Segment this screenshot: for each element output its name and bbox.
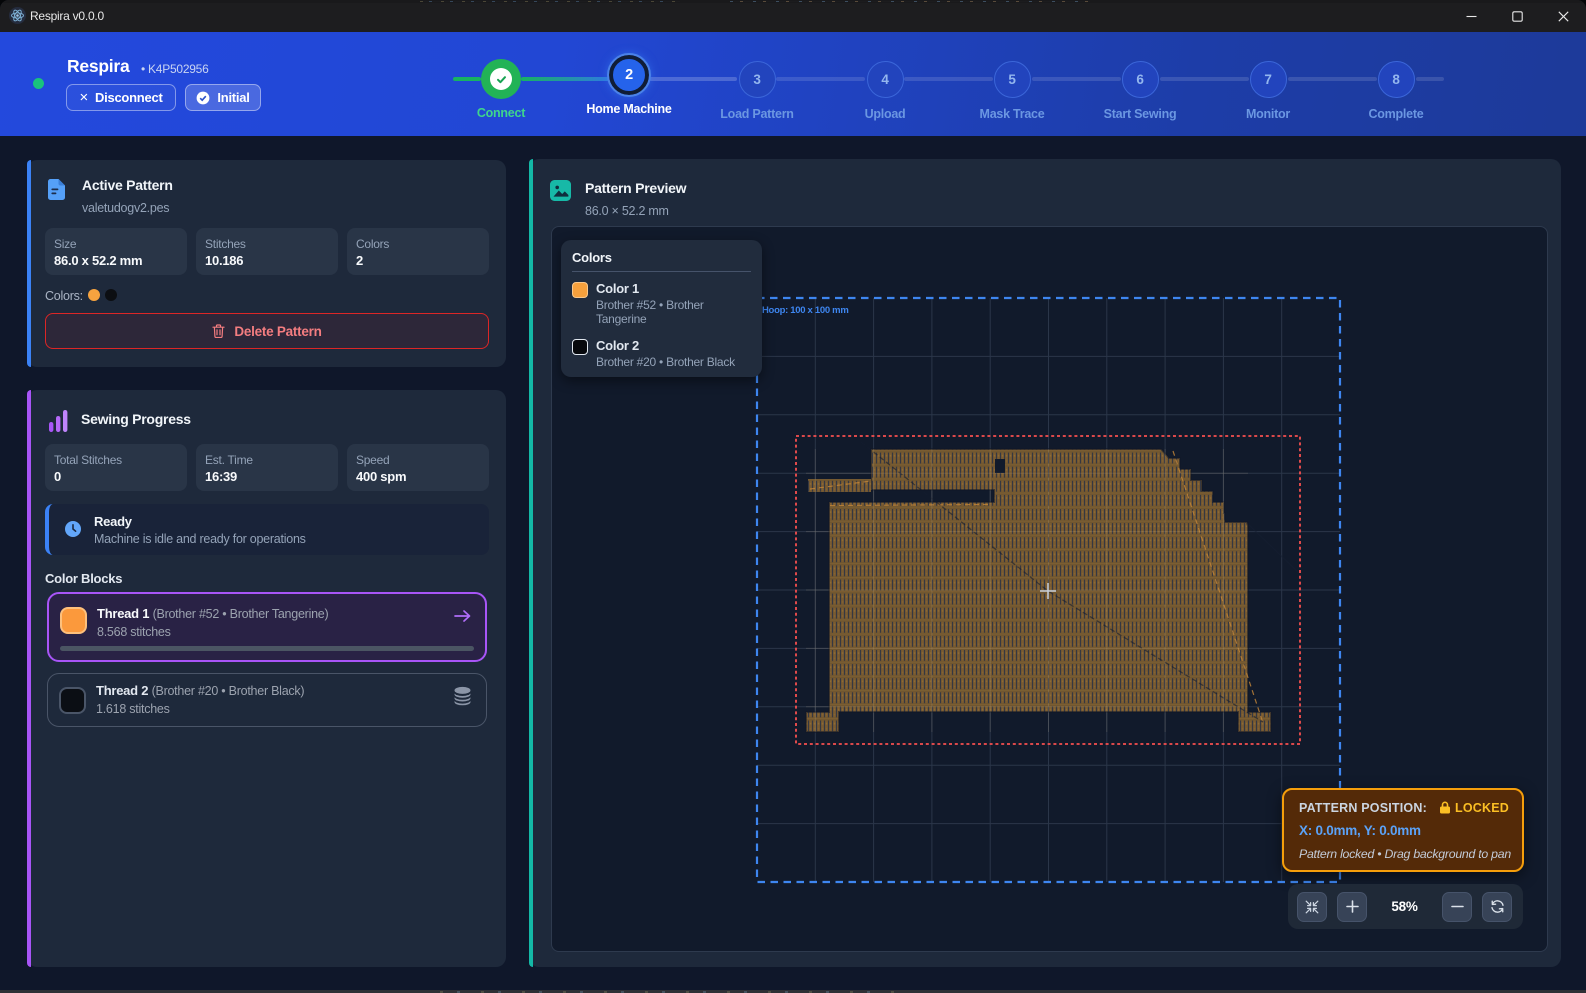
svg-text:Hoop: 100 x 100 mm: Hoop: 100 x 100 mm [762, 305, 848, 316]
